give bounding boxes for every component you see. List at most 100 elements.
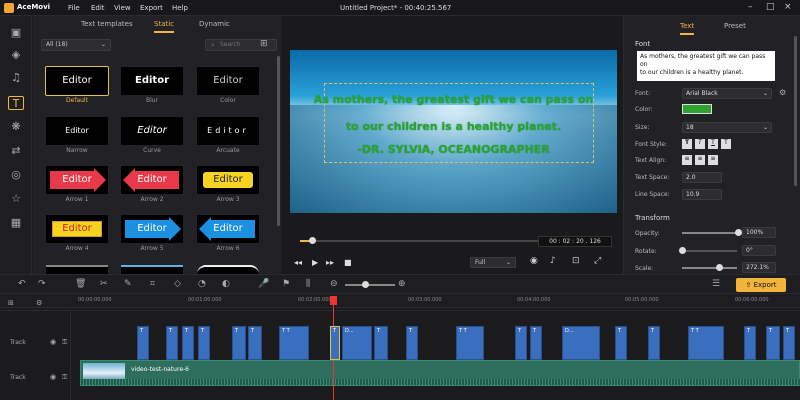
- template-partial[interactable]: [197, 265, 259, 274]
- strike-button[interactable]: T: [721, 139, 731, 149]
- text-clip[interactable]: T: [166, 326, 178, 360]
- pen-icon[interactable]: ✎: [124, 279, 132, 289]
- color-tool-icon[interactable]: ◐: [222, 279, 230, 289]
- filters-icon[interactable]: ❋: [8, 120, 24, 134]
- align-right-icon[interactable]: ≡: [708, 155, 718, 165]
- zoom-dropdown[interactable]: Full ⌄: [470, 257, 516, 268]
- lock-icon[interactable]: ⚿: [62, 338, 67, 347]
- text-clip[interactable]: T: [648, 326, 660, 360]
- text-clip[interactable]: T: [198, 326, 210, 360]
- close-icon[interactable]: ×: [784, 2, 792, 12]
- text-clip[interactable]: T: [766, 326, 780, 360]
- playhead-handle[interactable]: [308, 237, 316, 244]
- split-icon[interactable]: ⫼: [306, 279, 310, 289]
- tab-dynamic[interactable]: Dynamic: [199, 20, 230, 28]
- template-curve[interactable]: Editor: [121, 117, 183, 145]
- opacity-slider[interactable]: [682, 232, 737, 234]
- color-swatch[interactable]: [682, 104, 712, 114]
- effects-icon[interactable]: ◎: [8, 168, 24, 182]
- template-partial[interactable]: [46, 265, 108, 274]
- template-arrow-1[interactable]: Editor: [46, 166, 108, 194]
- rotate-input[interactable]: 0°: [742, 245, 776, 256]
- text-clip[interactable]: T T: [456, 326, 484, 360]
- text-clip[interactable]: T: [406, 326, 418, 360]
- timeline-zoom-handle[interactable]: [362, 281, 369, 288]
- timeline-zoom-slider[interactable]: [345, 284, 395, 286]
- scale-input[interactable]: 272.1%: [742, 262, 776, 273]
- fullscreen-icon[interactable]: ⤢: [594, 256, 601, 266]
- text-content-input[interactable]: As mothers, the greatest gift we can pas…: [637, 51, 775, 81]
- maximize-icon[interactable]: □: [766, 2, 775, 12]
- scale-slider[interactable]: [682, 267, 737, 269]
- properties-scrollbar[interactable]: [794, 36, 797, 186]
- text-clip[interactable]: T: [530, 326, 542, 360]
- text-clip[interactable]: T T: [688, 326, 724, 360]
- bold-button[interactable]: T: [682, 139, 692, 149]
- lock-icon[interactable]: ⚿: [62, 373, 67, 382]
- text-clip[interactable]: T: [515, 326, 527, 360]
- menu-export[interactable]: Export: [140, 4, 163, 12]
- eye-icon[interactable]: ◉: [50, 338, 56, 346]
- settings-icon[interactable]: ⚙: [779, 88, 786, 97]
- text-space-input[interactable]: 2.0: [682, 172, 722, 183]
- prev-frame-icon[interactable]: ◂◂: [294, 258, 302, 267]
- text-clip[interactable]: D...: [562, 326, 600, 360]
- templates-icon[interactable]: ▦: [8, 216, 24, 230]
- timeline-ruler[interactable]: [0, 294, 800, 308]
- stop-icon[interactable]: ■: [344, 258, 352, 267]
- menu-help[interactable]: Help: [172, 4, 188, 12]
- next-frame-icon[interactable]: ▸▸: [326, 258, 334, 267]
- text-clip[interactable]: T T: [279, 326, 309, 360]
- speed-icon[interactable]: ◔: [198, 279, 206, 289]
- zoom-out-icon[interactable]: ⊖: [330, 279, 338, 289]
- text-clip[interactable]: T: [248, 326, 262, 360]
- opacity-input[interactable]: 100%: [742, 227, 776, 238]
- minimize-icon[interactable]: –: [748, 2, 753, 12]
- menu-file[interactable]: File: [68, 4, 80, 12]
- crop-tool-icon[interactable]: ⌗: [150, 279, 155, 289]
- underline-button[interactable]: T: [708, 139, 718, 149]
- zoom-in-icon[interactable]: ⊕: [398, 279, 406, 289]
- line-space-input[interactable]: 10.9: [682, 189, 722, 200]
- volume-icon[interactable]: ♪: [550, 256, 556, 266]
- filter-dropdown[interactable]: All (18) ⌄: [41, 39, 111, 51]
- template-arrow-3[interactable]: Editor: [197, 166, 259, 194]
- menu-edit[interactable]: Edit: [91, 4, 105, 12]
- text-clip[interactable]: T: [232, 326, 246, 360]
- text-clip[interactable]: T: [783, 326, 795, 360]
- undo-icon[interactable]: ↶: [18, 279, 26, 289]
- text-clip[interactable]: D...: [342, 326, 372, 360]
- text-clip[interactable]: T: [182, 326, 194, 360]
- template-arrow-5[interactable]: Editor: [121, 215, 183, 243]
- font-dropdown[interactable]: Arial Black ⌄: [682, 88, 772, 99]
- size-dropdown[interactable]: 18 ⌄: [682, 122, 772, 133]
- template-default[interactable]: Editor: [45, 66, 109, 96]
- align-center-icon[interactable]: ≡: [695, 155, 705, 165]
- microphone-icon[interactable]: 🎤: [258, 279, 269, 289]
- tab-text-templates[interactable]: Text templates: [81, 20, 133, 28]
- italic-button[interactable]: T: [695, 139, 705, 149]
- track-settings-icon[interactable]: ⚙: [36, 299, 42, 307]
- template-arcuate[interactable]: Editor: [197, 117, 259, 145]
- delete-icon[interactable]: 🗑: [75, 279, 86, 289]
- tab-preset[interactable]: Preset: [724, 22, 746, 30]
- template-arrow-2[interactable]: Editor: [121, 166, 183, 194]
- rotate-slider-handle[interactable]: [679, 247, 686, 254]
- text-clip-selected[interactable]: T: [330, 326, 340, 360]
- rotate-slider[interactable]: [682, 250, 737, 252]
- eye-icon[interactable]: ◉: [50, 373, 56, 381]
- template-arrow-6[interactable]: Editor: [197, 215, 259, 243]
- redo-icon[interactable]: ↷: [38, 279, 46, 289]
- grid-view-icon[interactable]: ⊞: [260, 39, 268, 49]
- template-partial[interactable]: [121, 265, 183, 274]
- template-narrow[interactable]: Editor: [46, 117, 108, 145]
- template-color[interactable]: Editor: [197, 67, 259, 95]
- transitions-icon[interactable]: ⇄: [8, 144, 24, 158]
- tab-static[interactable]: Static: [154, 20, 175, 33]
- play-icon[interactable]: ▶: [312, 258, 318, 267]
- text-clip[interactable]: T: [744, 326, 756, 360]
- playback-progress[interactable]: [300, 240, 538, 242]
- snapshot-icon[interactable]: ◉: [530, 256, 538, 266]
- align-left-icon[interactable]: ≡: [682, 155, 692, 165]
- video-clip[interactable]: video-test-nature-6: [80, 360, 800, 386]
